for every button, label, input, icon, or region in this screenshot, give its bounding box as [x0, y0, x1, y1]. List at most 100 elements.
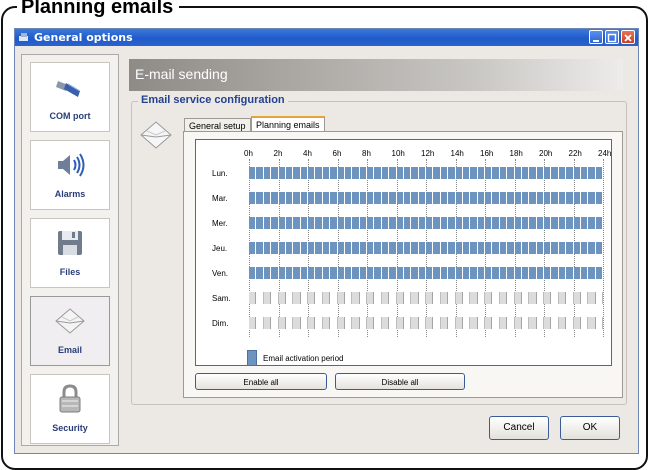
schedule-cell[interactable]	[426, 217, 434, 229]
schedule-cell[interactable]	[374, 292, 382, 304]
schedule-cell[interactable]	[367, 267, 375, 279]
schedule-cell[interactable]	[426, 192, 434, 204]
schedule-cell[interactable]	[507, 242, 515, 254]
schedule-cell[interactable]	[271, 167, 279, 179]
schedule-cell[interactable]	[566, 267, 574, 279]
schedule-cell[interactable]	[249, 217, 257, 229]
schedule-cell[interactable]	[300, 267, 308, 279]
schedule-cell[interactable]	[337, 317, 345, 329]
schedule-cell[interactable]	[529, 192, 537, 204]
schedule-cell[interactable]	[551, 167, 559, 179]
schedule-cell[interactable]	[499, 192, 508, 204]
schedule-cell[interactable]	[271, 242, 279, 254]
schedule-cell[interactable]	[359, 217, 367, 229]
schedule-cell[interactable]	[249, 267, 257, 279]
schedule-cell[interactable]	[470, 192, 478, 204]
schedule-cell[interactable]	[300, 292, 308, 304]
schedule-cell[interactable]	[470, 267, 478, 279]
schedule-cell[interactable]	[330, 192, 338, 204]
schedule-cell[interactable]	[558, 167, 567, 179]
schedule-cell[interactable]	[573, 167, 581, 179]
schedule-cell[interactable]	[455, 292, 463, 304]
schedule-cell[interactable]	[293, 317, 301, 329]
schedule-cell[interactable]	[256, 242, 264, 254]
schedule-cell[interactable]	[330, 217, 338, 229]
schedule-cell[interactable]	[573, 267, 581, 279]
schedule-cell[interactable]	[433, 217, 441, 229]
sidebar-item-security[interactable]: Security	[30, 374, 110, 444]
schedule-cell[interactable]	[551, 267, 559, 279]
schedule-cell[interactable]	[558, 267, 567, 279]
schedule-cell[interactable]	[396, 317, 404, 329]
schedule-cell[interactable]	[477, 292, 485, 304]
schedule-cell[interactable]	[337, 192, 345, 204]
schedule-cell[interactable]	[566, 167, 574, 179]
schedule-cell[interactable]	[507, 192, 515, 204]
schedule-cell[interactable]	[352, 242, 360, 254]
schedule-cell[interactable]	[344, 267, 353, 279]
schedule-cell[interactable]	[551, 192, 559, 204]
schedule-cell[interactable]	[499, 317, 508, 329]
schedule-cell[interactable]	[514, 192, 522, 204]
close-button[interactable]	[621, 30, 635, 44]
schedule-cell[interactable]	[536, 167, 544, 179]
schedule-cell[interactable]	[381, 242, 390, 254]
schedule-cell[interactable]	[448, 217, 456, 229]
day-row[interactable]	[249, 192, 603, 204]
schedule-cell[interactable]	[263, 292, 272, 304]
schedule-cell[interactable]	[256, 292, 264, 304]
schedule-cell[interactable]	[566, 242, 574, 254]
schedule-cell[interactable]	[411, 242, 419, 254]
schedule-cell[interactable]	[322, 167, 331, 179]
schedule-cell[interactable]	[315, 317, 323, 329]
schedule-cell[interactable]	[308, 242, 316, 254]
schedule-cell[interactable]	[418, 242, 426, 254]
schedule-cell[interactable]	[514, 317, 522, 329]
schedule-cell[interactable]	[337, 167, 345, 179]
schedule-cell[interactable]	[536, 242, 544, 254]
schedule-cell[interactable]	[381, 167, 390, 179]
schedule-cell[interactable]	[263, 217, 272, 229]
schedule-cell[interactable]	[455, 242, 463, 254]
schedule-cell[interactable]	[330, 242, 338, 254]
schedule-cell[interactable]	[588, 317, 596, 329]
schedule-cell[interactable]	[544, 242, 552, 254]
schedule-cell[interactable]	[344, 242, 353, 254]
schedule-cell[interactable]	[285, 217, 294, 229]
schedule-cell[interactable]	[389, 167, 397, 179]
schedule-cell[interactable]	[256, 192, 264, 204]
schedule-cell[interactable]	[344, 292, 353, 304]
schedule-cell[interactable]	[285, 317, 294, 329]
schedule-cell[interactable]	[396, 242, 404, 254]
ok-button[interactable]: OK	[560, 416, 620, 440]
schedule-cell[interactable]	[359, 267, 367, 279]
sidebar-item-alarms[interactable]: Alarms	[30, 140, 110, 210]
schedule-cell[interactable]	[521, 317, 530, 329]
schedule-cell[interactable]	[558, 217, 567, 229]
schedule-cell[interactable]	[300, 242, 308, 254]
schedule-cell[interactable]	[485, 242, 493, 254]
schedule-cell[interactable]	[389, 217, 397, 229]
schedule-cell[interactable]	[580, 267, 589, 279]
schedule-cell[interactable]	[263, 317, 272, 329]
schedule-cell[interactable]	[529, 217, 537, 229]
schedule-cell[interactable]	[359, 292, 367, 304]
schedule-cell[interactable]	[544, 267, 552, 279]
schedule-cell[interactable]	[403, 267, 412, 279]
schedule-cell[interactable]	[462, 317, 471, 329]
schedule-cell[interactable]	[322, 242, 331, 254]
schedule-cell[interactable]	[551, 317, 559, 329]
schedule-cell[interactable]	[529, 317, 537, 329]
day-row[interactable]	[249, 217, 603, 229]
schedule-cell[interactable]	[462, 242, 471, 254]
schedule-cell[interactable]	[573, 217, 581, 229]
sidebar-item-com-port[interactable]: COM port	[30, 62, 110, 132]
schedule-cell[interactable]	[293, 167, 301, 179]
schedule-cell[interactable]	[403, 167, 412, 179]
schedule-cell[interactable]	[249, 192, 257, 204]
schedule-cell[interactable]	[499, 167, 508, 179]
schedule-cell[interactable]	[396, 167, 404, 179]
schedule-cell[interactable]	[536, 192, 544, 204]
schedule-cell[interactable]	[440, 292, 449, 304]
schedule-cell[interactable]	[455, 167, 463, 179]
